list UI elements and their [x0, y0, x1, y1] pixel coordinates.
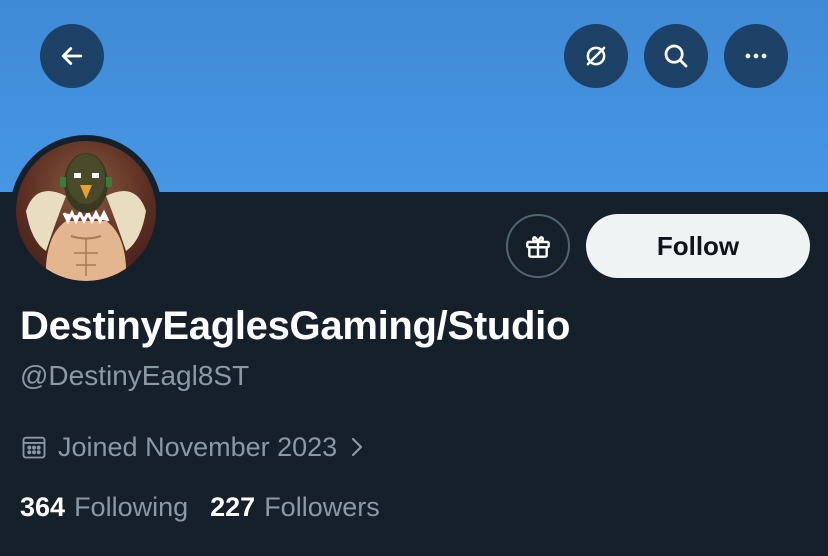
back-button[interactable] — [40, 24, 104, 88]
user-handle: @DestinyEagl8ST — [20, 360, 250, 391]
joined-date-row[interactable]: Joined November 2023 — [20, 430, 367, 464]
followers-label[interactable]: Followers — [264, 492, 380, 523]
joined-date-text: Joined November 2023 — [58, 431, 338, 462]
avatar-eagle-illustration — [26, 153, 146, 281]
avatar-container[interactable] — [10, 135, 162, 287]
more-options-button[interactable] — [724, 24, 788, 88]
avatar[interactable] — [16, 141, 156, 281]
calendar-icon — [22, 436, 46, 459]
profile-page: Follow DestinyEaglesGaming/Studio @Desti… — [0, 0, 828, 556]
gift-button[interactable] — [506, 214, 570, 278]
followers-count[interactable]: 227 — [210, 492, 255, 523]
notifications-toggle-button[interactable] — [564, 24, 628, 88]
gift-icon — [526, 236, 550, 258]
follow-stats: 364 Following 227 Followers — [20, 490, 380, 524]
follow-button[interactable]: Follow — [586, 214, 810, 278]
search-button[interactable] — [644, 24, 708, 88]
chevron-right-icon — [352, 437, 363, 457]
display-name: DestinyEaglesGaming/Studio — [20, 304, 571, 348]
arrow-left-icon — [61, 47, 83, 65]
more-horizontal-icon — [745, 53, 767, 59]
bell-slash-icon — [586, 46, 606, 66]
following-label[interactable]: Following — [74, 492, 188, 523]
search-icon — [664, 44, 688, 68]
following-count[interactable]: 364 — [20, 492, 65, 523]
